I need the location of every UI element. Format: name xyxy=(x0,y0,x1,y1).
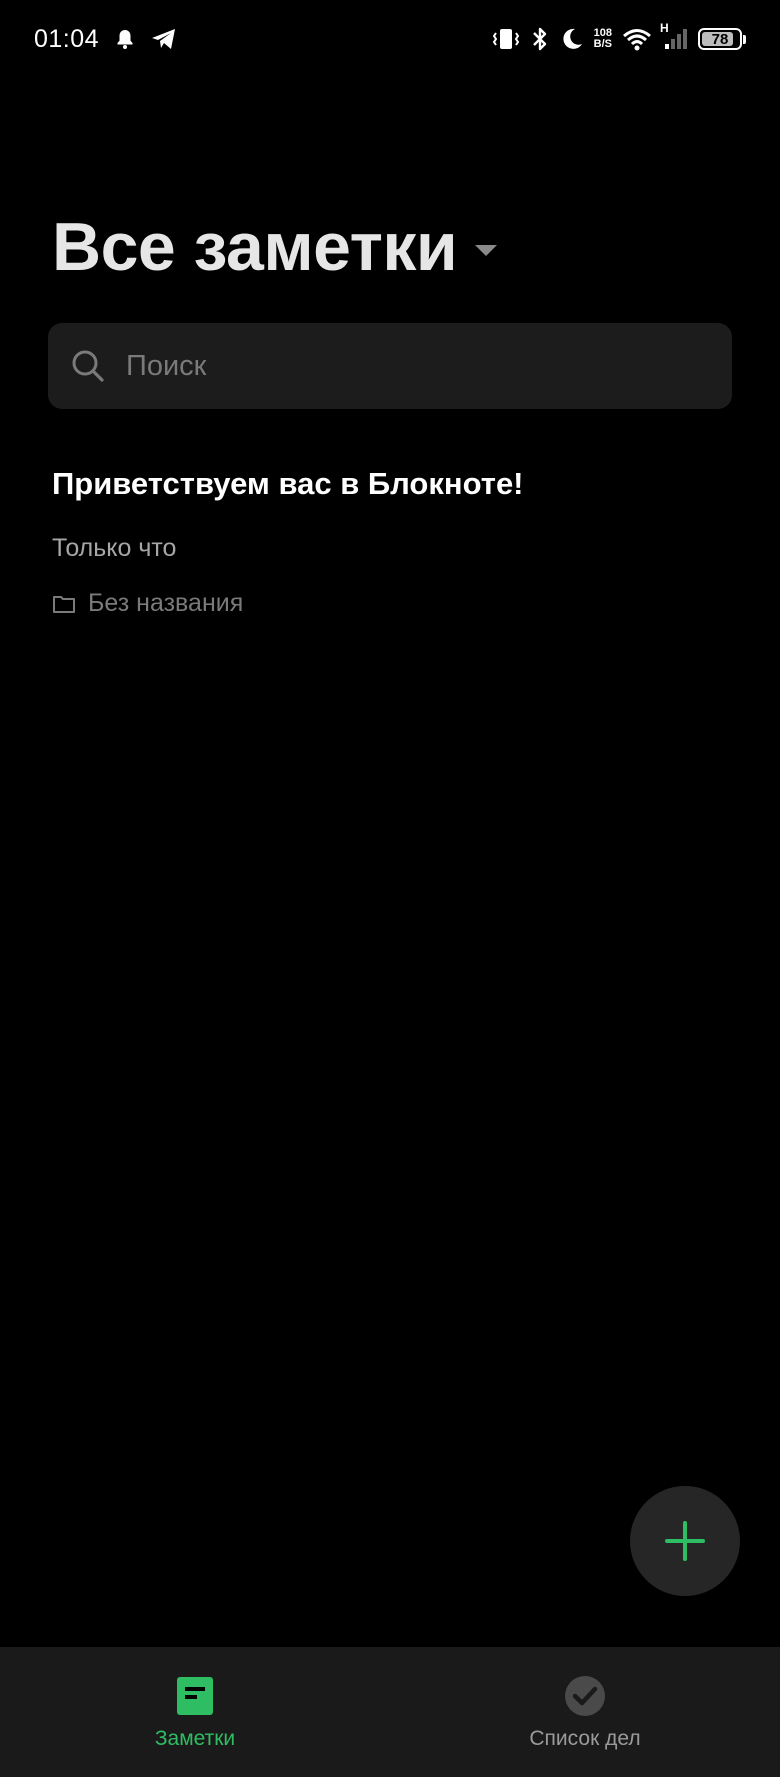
telegram-icon xyxy=(151,28,177,50)
notes-icon xyxy=(175,1675,215,1717)
search-box[interactable] xyxy=(48,322,732,410)
bottom-nav: Заметки Список дел xyxy=(0,1647,780,1777)
moon-icon xyxy=(560,27,584,51)
wifi-icon xyxy=(622,27,652,51)
status-bar: 01:04 108 B/S H 78 xyxy=(0,0,780,78)
vibrate-icon xyxy=(492,27,520,51)
dropdown-arrow-icon xyxy=(475,244,498,256)
status-time: 01:04 xyxy=(34,24,100,53)
status-left: 01:04 xyxy=(34,25,177,54)
bluetooth-icon xyxy=(530,26,550,52)
battery-body: 78 xyxy=(698,28,742,50)
plus-icon xyxy=(663,1519,707,1563)
status-right: 108 B/S H 78 xyxy=(492,21,746,52)
network-speed-unit: B/S xyxy=(593,38,612,50)
battery-icon: 78 xyxy=(698,28,746,50)
battery-tip xyxy=(743,34,746,44)
note-folder: Без названия xyxy=(52,589,732,618)
note-title: Приветствуем вас в Блокноте! xyxy=(52,466,524,501)
signal-icon: H xyxy=(660,21,688,51)
notes-app-screen: 01:04 108 B/S H 78 Все заметки Поиск При… xyxy=(0,0,780,1777)
battery-level: 78 xyxy=(711,30,729,48)
checkmark-icon xyxy=(564,1675,606,1717)
folder-selector[interactable]: Все заметки xyxy=(52,208,498,286)
folder-icon xyxy=(52,594,76,614)
bell-icon xyxy=(115,28,135,50)
page-title: Все заметки xyxy=(52,209,458,285)
note-folder-label: Без названия xyxy=(88,589,244,617)
nav-tab-notes[interactable]: Заметки xyxy=(0,1647,390,1777)
nav-tab-todo-label: Список дел xyxy=(529,1727,641,1750)
search-icon xyxy=(70,348,106,384)
nav-tab-todo[interactable]: Список дел xyxy=(390,1647,780,1777)
nav-tab-notes-label: Заметки xyxy=(154,1727,236,1750)
add-note-button[interactable] xyxy=(630,1486,740,1596)
network-type: H xyxy=(660,21,669,35)
note-item[interactable]: Приветствуем вас в Блокноте! Только что … xyxy=(52,466,732,618)
note-time: Только что xyxy=(52,534,177,562)
network-speed: 108 B/S xyxy=(594,28,612,50)
search-input[interactable] xyxy=(106,322,732,410)
